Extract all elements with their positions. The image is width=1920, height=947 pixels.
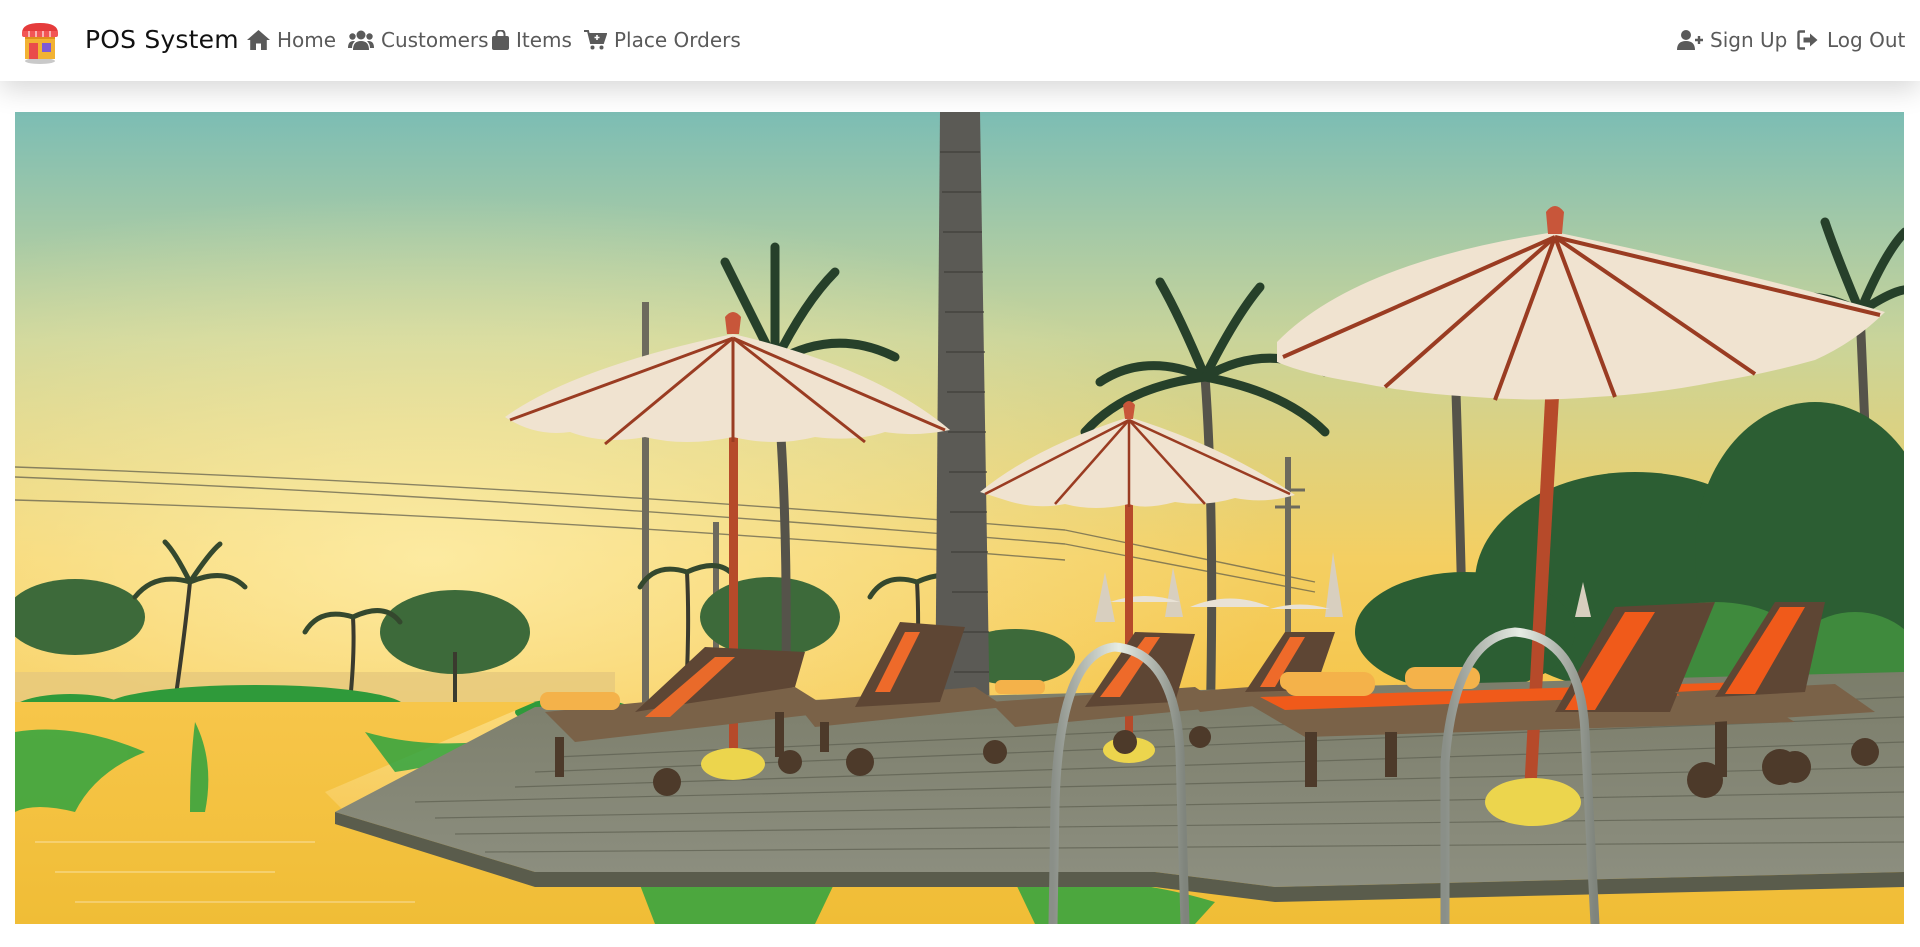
shop-icon[interactable] <box>19 19 61 65</box>
shopping-bag-icon <box>491 28 509 52</box>
nav-link-label: Customers <box>381 28 489 52</box>
home-icon <box>246 28 270 52</box>
nav-link-label: Home <box>277 28 337 52</box>
top-navbar: POS System Home Customers Items Place Or… <box>0 0 1920 81</box>
users-icon <box>348 28 374 52</box>
nav-link-label: Log Out <box>1827 28 1906 52</box>
nav-link-label: Sign Up <box>1710 28 1788 52</box>
hero-banner-image <box>15 112 1904 924</box>
user-plus-icon <box>1677 28 1703 52</box>
cart-icon <box>583 28 607 52</box>
nav-link-customers[interactable]: Customers <box>348 25 489 55</box>
nav-link-place-orders[interactable]: Place Orders <box>583 25 741 55</box>
nav-link-label: Items <box>516 28 572 52</box>
nav-link-log-out[interactable]: Log Out <box>1796 25 1905 55</box>
brand-name[interactable]: POS System <box>85 24 239 56</box>
nav-link-items[interactable]: Items <box>491 25 572 55</box>
nav-link-home[interactable]: Home <box>246 25 336 55</box>
nav-link-label: Place Orders <box>614 28 741 52</box>
sign-out-icon <box>1796 28 1820 52</box>
nav-link-sign-up[interactable]: Sign Up <box>1677 25 1787 55</box>
